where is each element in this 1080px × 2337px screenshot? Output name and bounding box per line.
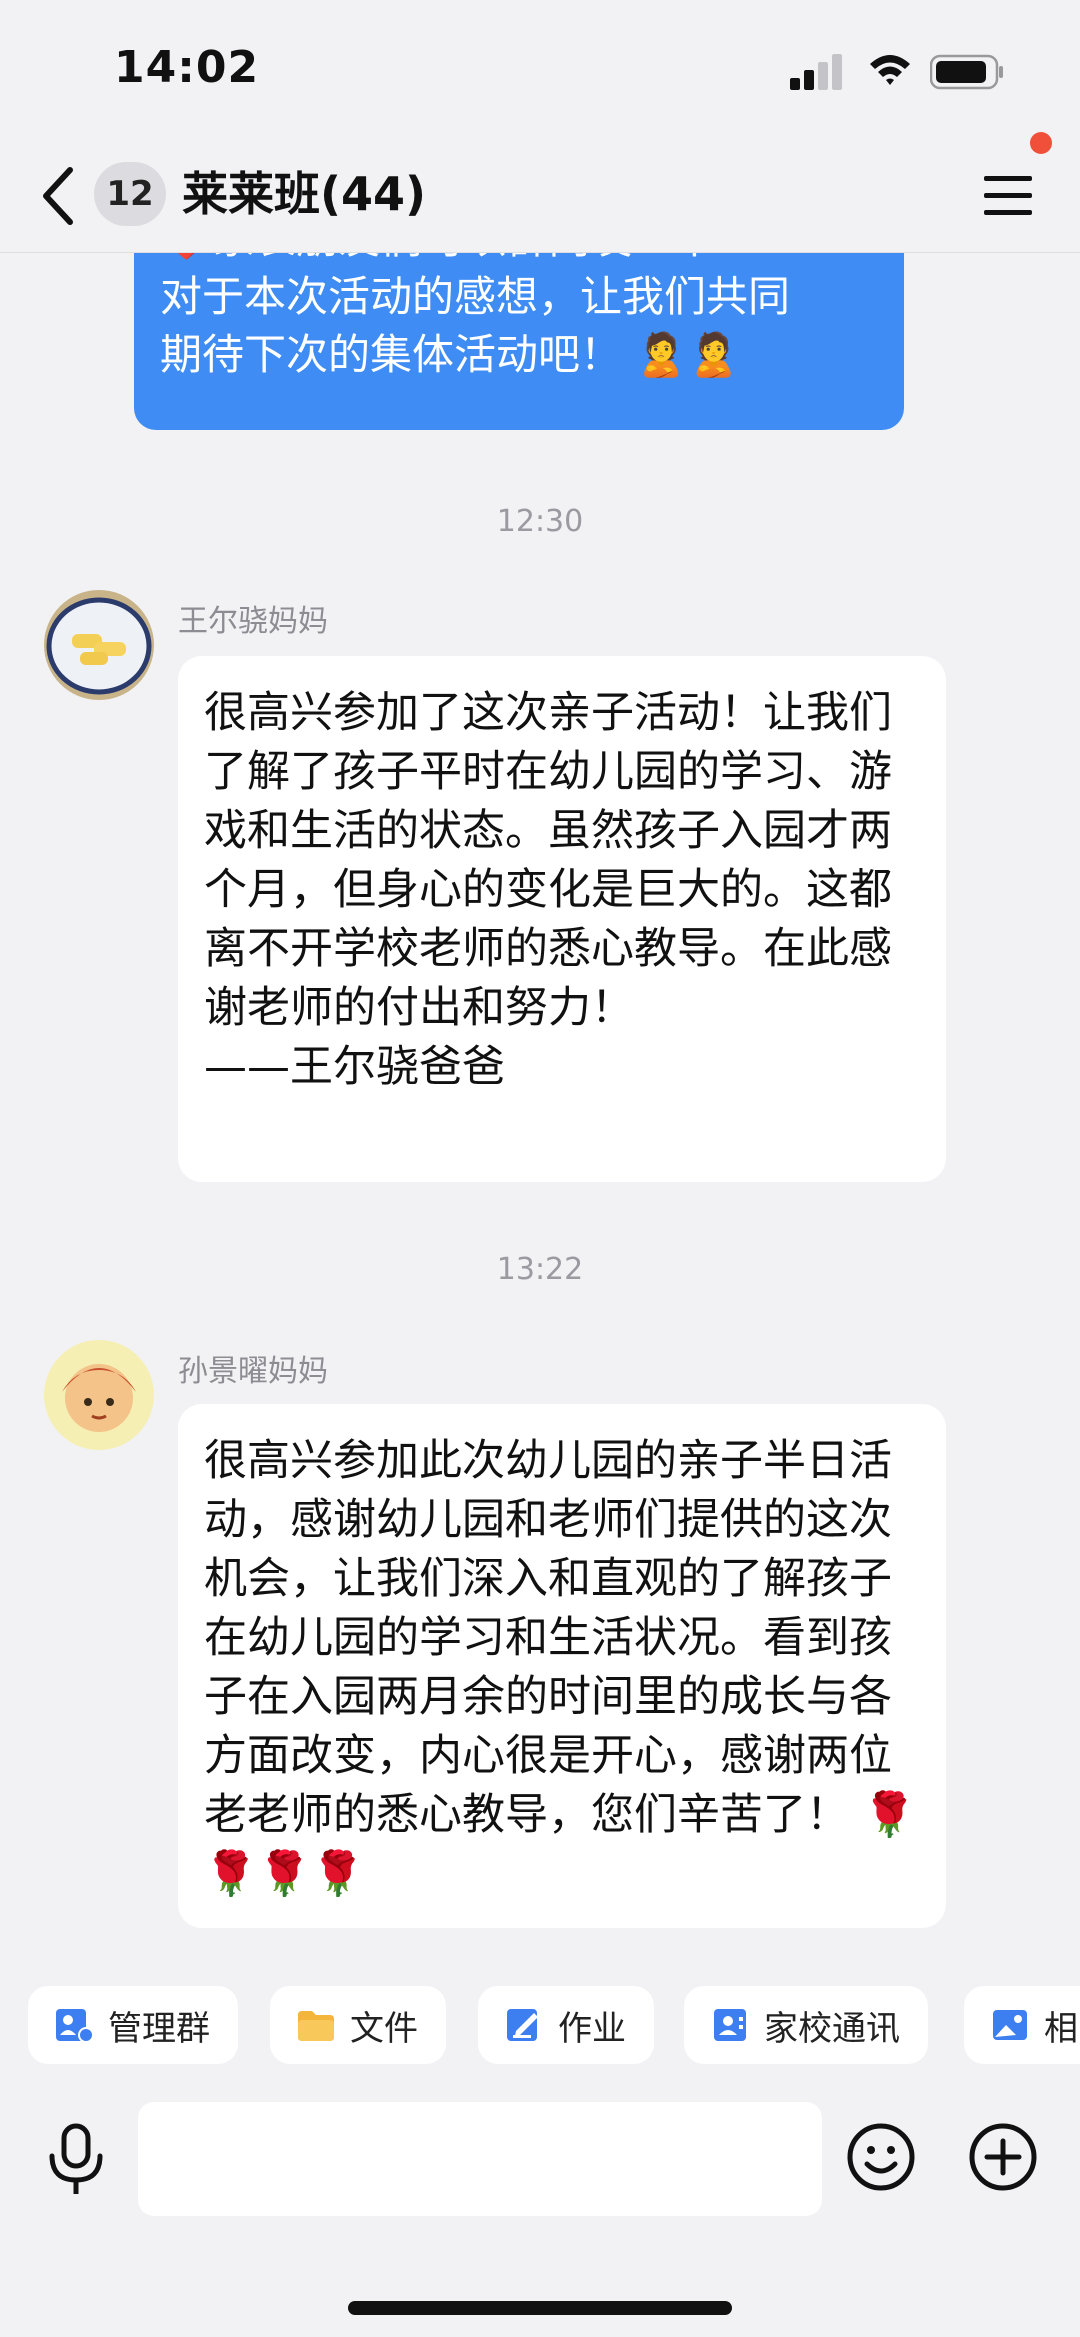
sender-name: 孙景曜妈妈 [178, 1354, 328, 1389]
shortcut-label: 作业 [558, 2008, 626, 2049]
shortcut-files[interactable]: 文件 [270, 1986, 446, 2064]
avatar-food-image [44, 590, 154, 700]
wifi-icon [870, 55, 910, 85]
shortcut-label: 文件 [350, 2008, 418, 2049]
shortcut-album[interactable]: 相 [964, 1986, 1080, 2064]
shortcut-manage-group[interactable]: 管理群 [28, 1986, 238, 2064]
message-list[interactable]: ❤️家长朋友们可以群内发一下 对于本次活动的感想，让我们共同 期待下次的集体活动… [0, 252, 1080, 1962]
shortcut-homework[interactable]: 作业 [478, 1986, 654, 2064]
message-line: 期待下次的集体活动吧！ 🙎🙎 [160, 330, 740, 379]
notification-dot [1030, 132, 1052, 154]
message-line: ❤️家长朋友们可以群内发一下 [160, 252, 876, 268]
shortcut-contacts[interactable]: 家校通讯 [684, 1986, 928, 2064]
album-icon [993, 2010, 1027, 2040]
back-arrow-icon[interactable] [38, 164, 78, 228]
menu-icon[interactable] [980, 170, 1036, 222]
incoming-message-bubble[interactable]: 很高兴参加此次幼儿园的亲子半日活动，感谢幼儿园和老师们提供的这次机会，让我们深入… [178, 1404, 946, 1928]
cellular-signal-icon [790, 54, 842, 90]
battery-icon [930, 54, 1003, 90]
message-timestamp: 12:30 [496, 504, 584, 539]
plus-icon[interactable] [968, 2122, 1038, 2192]
status-time: 14:02 [114, 42, 260, 93]
message-input[interactable] [138, 2102, 822, 2216]
homework-icon [507, 2009, 538, 2041]
incoming-message-bubble[interactable]: 很高兴参加了这次亲子活动！让我们了解了孩子平时在幼儿园的学习、游戏和生活的状态。… [178, 656, 946, 1182]
home-indicator[interactable] [348, 2301, 732, 2315]
avatar-cartoon-image [44, 1340, 154, 1450]
shortcut-label: 相 [1044, 2008, 1078, 2049]
group-manage-icon [56, 2009, 94, 2043]
contacts-icon [714, 2009, 746, 2041]
folder-icon [298, 2011, 334, 2041]
chat-header: 12 莱莱班(44) [0, 132, 1080, 253]
unread-count-badge[interactable]: 12 [94, 162, 166, 226]
message-line: 对于本次活动的感想，让我们共同 [160, 272, 791, 321]
emoji-icon[interactable] [846, 2122, 916, 2192]
message-timestamp: 13:22 [496, 1252, 584, 1287]
input-bar [0, 2092, 1080, 2337]
avatar[interactable] [44, 1340, 154, 1450]
status-bar: 14:02 [0, 0, 1080, 140]
microphone-icon[interactable] [44, 2122, 108, 2198]
shortcut-label: 家校通讯 [764, 2008, 900, 2049]
outgoing-message-bubble[interactable]: ❤️家长朋友们可以群内发一下 对于本次活动的感想，让我们共同 期待下次的集体活动… [134, 252, 904, 430]
avatar[interactable] [44, 590, 154, 700]
shortcut-label: 管理群 [108, 2008, 210, 2049]
shortcut-bar: 管理群 文件 作业 家校通讯 相 [0, 1962, 1080, 2092]
sender-name: 王尔骁妈妈 [178, 604, 328, 639]
chat-title: 莱莱班(44) [182, 167, 427, 221]
